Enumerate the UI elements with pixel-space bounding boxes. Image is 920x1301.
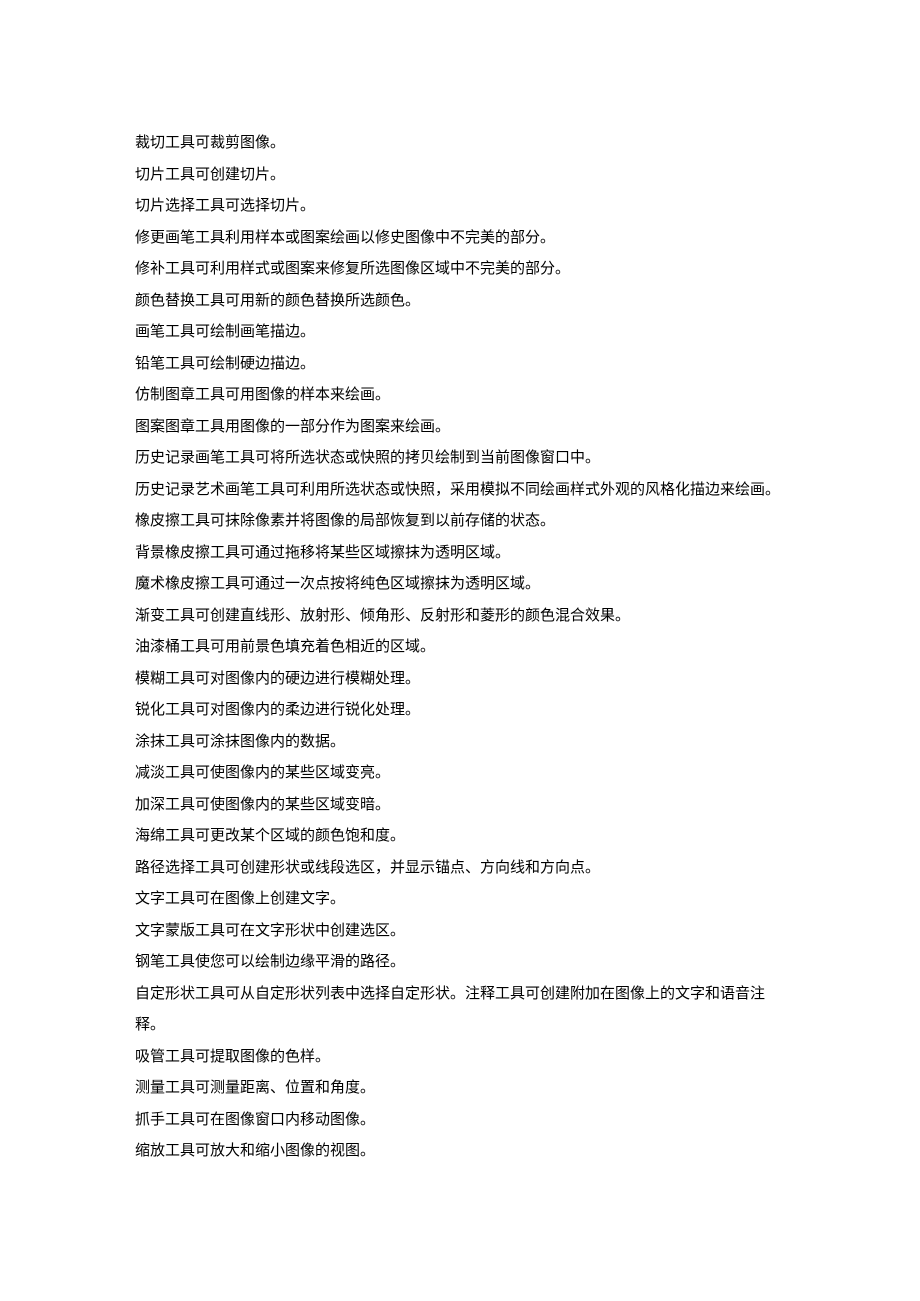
text-line: 路径选择工具可创建形状或线段选区，并显示锚点、方向线和方向点。 [135, 853, 785, 885]
text-line: 文字工具可在图像上创建文字。 [135, 884, 785, 916]
text-line: 渐变工具可创建直线形、放射形、倾角形、反射形和菱形的颜色混合效果。 [135, 601, 785, 633]
text-line: 缩放工具可放大和缩小图像的视图。 [135, 1136, 785, 1168]
text-line: 铅笔工具可绘制硬边描边。 [135, 349, 785, 381]
text-line: 颜色替换工具可用新的颜色替换所选颜色。 [135, 286, 785, 318]
text-line: 仿制图章工具可用图像的样本来绘画。 [135, 380, 785, 412]
text-line: 切片选择工具可选择切片。 [135, 191, 785, 223]
text-line: 历史记录艺术画笔工具可利用所选状态或快照，采用模拟不同绘画样式外观的风格化描边来… [135, 475, 785, 507]
text-line: 橡皮擦工具可抹除像素并将图像的局部恢复到以前存储的状态。 [135, 506, 785, 538]
document-content: 裁切工具可裁剪图像。 切片工具可创建切片。 切片选择工具可选择切片。 修更画笔工… [135, 128, 785, 1168]
text-line: 测量工具可测量距离、位置和角度。 [135, 1073, 785, 1105]
text-line: 钢笔工具使您可以绘制边缘平滑的路径。 [135, 947, 785, 979]
text-line: 文字蒙版工具可在文字形状中创建选区。 [135, 916, 785, 948]
text-line: 修补工具可利用样式或图案来修复所选图像区域中不完美的部分。 [135, 254, 785, 286]
text-line: 油漆桶工具可用前景色填充着色相近的区域。 [135, 632, 785, 664]
text-line: 加深工具可使图像内的某些区域变暗。 [135, 790, 785, 822]
text-line: 海绵工具可更改某个区域的颜色饱和度。 [135, 821, 785, 853]
text-line: 切片工具可创建切片。 [135, 160, 785, 192]
text-line: 图案图章工具用图像的一部分作为图案来绘画。 [135, 412, 785, 444]
text-line: 涂抹工具可涂抹图像内的数据。 [135, 727, 785, 759]
text-line: 模糊工具可对图像内的硬边进行模糊处理。 [135, 664, 785, 696]
text-line: 抓手工具可在图像窗口内移动图像。 [135, 1105, 785, 1137]
text-line: 自定形状工具可从自定形状列表中选择自定形状。注释工具可创建附加在图像上的文字和语… [135, 979, 785, 1042]
text-line: 吸管工具可提取图像的色样。 [135, 1042, 785, 1074]
text-line: 锐化工具可对图像内的柔边进行锐化处理。 [135, 695, 785, 727]
text-line: 减淡工具可使图像内的某些区域变亮。 [135, 758, 785, 790]
text-line: 修更画笔工具利用样本或图案绘画以修史图像中不完美的部分。 [135, 223, 785, 255]
text-line: 背景橡皮擦工具可通过拖移将某些区域擦抹为透明区域。 [135, 538, 785, 570]
text-line: 历史记录画笔工具可将所选状态或快照的拷贝绘制到当前图像窗口中。 [135, 443, 785, 475]
text-line: 裁切工具可裁剪图像。 [135, 128, 785, 160]
text-line: 画笔工具可绘制画笔描边。 [135, 317, 785, 349]
text-line: 魔术橡皮擦工具可通过一次点按将纯色区域擦抹为透明区域。 [135, 569, 785, 601]
